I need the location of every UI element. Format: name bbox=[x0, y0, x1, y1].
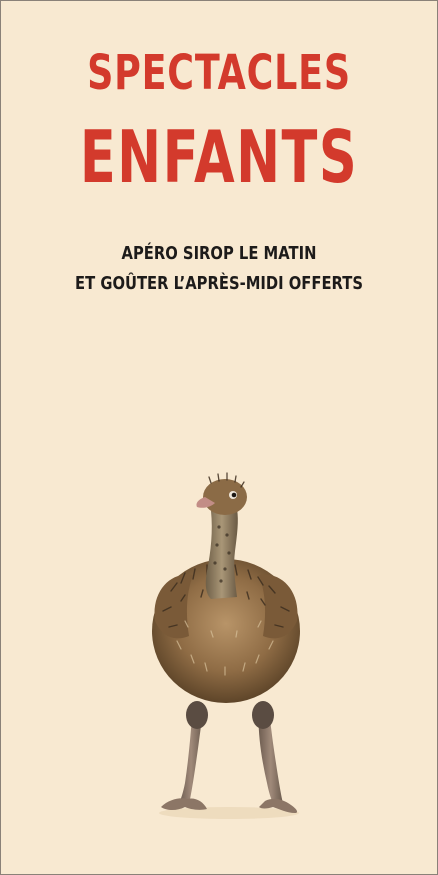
ostrich-chick-illustration bbox=[152, 472, 300, 819]
poster: SPECTACLES ENFANTS APÉRO SIROP LE MATIN … bbox=[0, 0, 438, 875]
neck bbox=[205, 509, 238, 599]
subtitle-line-1: APÉRO SIROP LE MATIN bbox=[121, 243, 317, 264]
subtitle-line-2: ET GOÛTER L’APRÈS-MIDI OFFERTS bbox=[75, 273, 363, 294]
legs bbox=[161, 701, 298, 813]
title-line-enfants: ENFANTS bbox=[79, 115, 359, 199]
head bbox=[196, 472, 247, 515]
title-line-spectacles: SPECTACLES bbox=[87, 45, 351, 101]
